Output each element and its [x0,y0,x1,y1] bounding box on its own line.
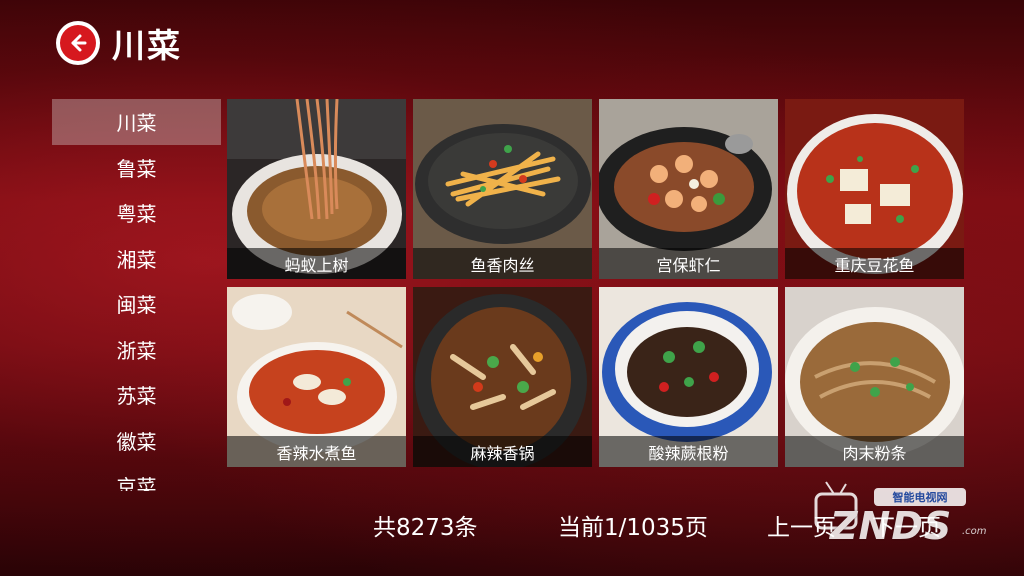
dish-card[interactable]: 蚂蚁上树 [227,99,406,279]
watermark-logo: 智能电视网 ZNDS .com [812,478,987,548]
dish-card[interactable]: 肉末粉条 [785,287,964,467]
dish-label: 重庆豆花鱼 [785,248,964,279]
dish-label: 鱼香肉丝 [413,248,592,279]
sidebar-item-hui[interactable]: 徽菜 [52,418,221,464]
sidebar-item-su[interactable]: 苏菜 [52,372,221,418]
dish-label: 酸辣蕨根粉 [599,436,778,467]
dish-card[interactable]: 重庆豆花鱼 [785,99,964,279]
dish-card[interactable]: 香辣水煮鱼 [227,287,406,467]
sidebar-item-lu[interactable]: 鲁菜 [52,145,221,191]
sidebar-item-yue[interactable]: 粤菜 [52,190,221,236]
sidebar-item-min[interactable]: 闽菜 [52,281,221,327]
total-count: 共8273条 [373,515,478,541]
header: 川菜 [56,20,182,66]
back-arrow-icon [60,25,96,61]
dish-card[interactable]: 宫保虾仁 [599,99,778,279]
dish-grid: 蚂蚁上树 鱼香肉丝 宫保虾仁 重庆豆花鱼 香辣水煮鱼 麻辣香锅 酸辣蕨根粉 肉末… [227,99,965,467]
sidebar-item-zhe[interactable]: 浙菜 [52,327,221,373]
sidebar-item-jing[interactable]: 京菜 [52,463,221,491]
dish-label: 香辣水煮鱼 [227,436,406,467]
dish-card[interactable]: 麻辣香锅 [413,287,592,467]
dish-label: 蚂蚁上树 [227,248,406,279]
dish-label: 宫保虾仁 [599,248,778,279]
sidebar-item-xiang[interactable]: 湘菜 [52,236,221,282]
page-indicator: 当前1/1035页 [558,515,708,541]
category-sidebar[interactable]: 川菜 鲁菜 粤菜 湘菜 闽菜 浙菜 苏菜 徽菜 京菜 [52,99,221,491]
sidebar-item-chuan[interactable]: 川菜 [52,99,221,145]
watermark-text: ZNDS [830,504,953,548]
dish-label: 麻辣香锅 [413,436,592,467]
dish-card[interactable]: 鱼香肉丝 [413,99,592,279]
page-title: 川菜 [112,26,182,65]
back-button[interactable] [56,21,100,65]
dish-card[interactable]: 酸辣蕨根粉 [599,287,778,467]
dish-label: 肉末粉条 [785,436,964,467]
watermark-suffix: .com [962,526,987,537]
